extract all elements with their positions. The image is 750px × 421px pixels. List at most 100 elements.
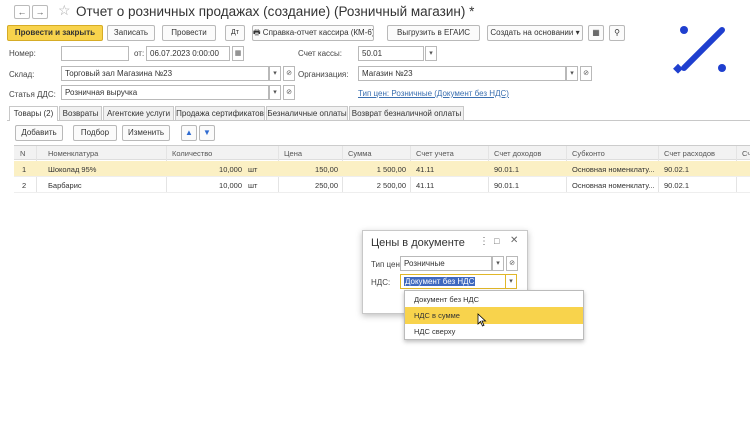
open-link-icon[interactable]: ⊘ — [580, 66, 592, 81]
close-icon[interactable]: ✕ — [510, 235, 518, 246]
post-button[interactable]: Провести — [162, 25, 216, 41]
maximize-icon[interactable]: □ — [494, 236, 499, 246]
row-subconto: Основная номенклату... — [572, 165, 655, 174]
calendar-icon[interactable]: ▦ — [232, 46, 244, 61]
structure-icon[interactable]: ▦ — [588, 25, 604, 41]
row-sum: 2 500,00 — [376, 181, 406, 190]
vat-label: НДС: — [371, 278, 391, 287]
create-based-on-button[interactable]: Создать на основании ▾ — [487, 25, 583, 41]
row-income: 90.01.1 — [494, 181, 520, 190]
cashier-report-button[interactable]: 🖶 Справка-отчет кассира (КМ-6) — [252, 25, 374, 41]
tab-certificates[interactable]: Продажа сертификатов — [175, 106, 265, 120]
table-row[interactable]: 1 Шоколад 95% 10,000 шт 150,00 1 500,00 … — [14, 161, 750, 177]
open-link-icon[interactable]: ⊘ — [506, 256, 518, 271]
dds-article-label: Статья ДДС: — [9, 90, 56, 99]
move-down-icon[interactable]: ▼ — [199, 125, 215, 141]
cash-account-field[interactable]: 50.01 — [358, 46, 424, 61]
chevron-down-icon[interactable]: ▾ — [566, 66, 578, 81]
row-account: 41.11 — [416, 181, 435, 190]
tab-cashless[interactable]: Безналичные оплаты — [266, 106, 348, 120]
vat-option[interactable]: Документ без НДС — [405, 291, 583, 308]
col-item: Номенклатура — [48, 149, 99, 158]
row-income: 90.01.1 — [494, 165, 520, 174]
row-price: 150,00 — [315, 165, 338, 174]
col-sum: Сумма — [348, 149, 372, 158]
row-sum: 1 500,00 — [376, 165, 406, 174]
organization-label: Организация: — [298, 70, 349, 79]
tab-goods[interactable]: Товары (2) — [9, 106, 58, 121]
row-unit: шт — [248, 181, 258, 190]
vat-field-value: Документ без НДС — [404, 277, 476, 286]
add-row-button[interactable]: Добавить — [15, 125, 63, 141]
window-title: Отчет о розничных продажах (создание) (Р… — [76, 4, 475, 19]
favorite-star-icon[interactable]: ☆ — [58, 2, 71, 19]
vat-dropdown: Документ без НДС НДС в сумме НДС сверху — [404, 290, 584, 340]
number-field[interactable] — [61, 46, 129, 61]
create-based-label: Создать на основании — [490, 28, 574, 37]
upload-egais-button[interactable]: Выгрузить в ЕГАИС — [387, 25, 480, 41]
chevron-down-icon[interactable]: ▾ — [269, 66, 281, 81]
col-subconto: Субконто — [572, 149, 605, 158]
col-expense: Счет расходов — [664, 149, 715, 158]
tab-agent-services[interactable]: Агентские услуги — [103, 106, 174, 120]
dialog-title: Цены в документе — [371, 237, 465, 249]
cash-account-label: Счет кассы: — [298, 49, 343, 58]
chevron-down-icon[interactable]: ▾ — [505, 274, 517, 289]
col-price: Цена — [284, 149, 303, 158]
row-account: 41.11 — [416, 165, 435, 174]
cashier-report-label: Справка-отчет кассира (КМ-6) — [262, 28, 374, 37]
forward-button[interactable]: → — [32, 5, 48, 19]
attach-icon[interactable]: ⚲ — [609, 25, 625, 41]
post-and-close-button[interactable]: Провести и закрыть — [7, 25, 103, 41]
col-qty: Количество — [172, 149, 213, 158]
open-link-icon[interactable]: ⊘ — [283, 66, 295, 81]
vat-option[interactable]: НДС в сумме — [405, 307, 583, 324]
number-label: Номер: — [9, 49, 36, 58]
open-link-icon[interactable]: ⊘ — [283, 85, 295, 100]
row-expense: 90.02.1 — [664, 165, 690, 174]
row-qty: 10,000 — [219, 165, 242, 174]
row-item: Шоколад 95% — [48, 165, 97, 174]
date-field[interactable]: 06.07.2023 0:00:00 — [146, 46, 230, 61]
row-number: 2 — [22, 181, 27, 190]
printer-icon: 🖶 — [253, 28, 261, 37]
back-button[interactable]: ← — [14, 5, 30, 19]
organization-field[interactable]: Магазин №23 — [358, 66, 566, 81]
col-n: N — [20, 149, 26, 158]
title-bar: ← → ☆ Отчет о розничных продажах (создан… — [0, 0, 750, 22]
row-expense: 90.02.1 — [664, 181, 690, 190]
col-more: Сч — [742, 149, 750, 158]
price-type-label: Тип цен: — [371, 260, 403, 269]
price-type-field[interactable]: Розничные — [400, 256, 492, 271]
col-income: Счет доходов — [494, 149, 542, 158]
tab-cashless-return[interactable]: Возврат безналичной оплаты — [349, 106, 464, 120]
dds-article-field[interactable]: Розничная выручка — [61, 85, 269, 100]
warehouse-label: Склад: — [9, 70, 35, 79]
move-up-icon[interactable]: ▲ — [181, 125, 197, 141]
row-number: 1 — [22, 165, 27, 174]
vat-field[interactable]: Документ без НДС — [400, 274, 506, 289]
chevron-down-icon[interactable]: ▾ — [425, 46, 437, 61]
date-label: от: — [134, 49, 145, 58]
table-row[interactable]: 2 Барбарис 10,000 шт 250,00 2 500,00 41.… — [14, 177, 750, 193]
col-account: Счет учета — [416, 149, 454, 158]
vat-option[interactable]: НДС сверху — [405, 323, 583, 340]
brand-logo-icon — [673, 26, 726, 74]
more-icon[interactable]: ⋮ — [479, 236, 489, 247]
save-button[interactable]: Записать — [107, 25, 155, 41]
chevron-down-icon[interactable]: ▾ — [269, 85, 281, 100]
select-button[interactable]: Подбор — [73, 125, 117, 141]
table-header: N Номенклатура Количество Цена Сумма Сче… — [14, 146, 750, 160]
mouse-cursor-icon — [477, 313, 487, 327]
dt-kt-icon[interactable]: Дт — [225, 25, 245, 41]
row-qty: 10,000 — [219, 181, 242, 190]
chevron-down-icon[interactable]: ▾ — [492, 256, 504, 271]
chevron-down-icon: ▾ — [575, 28, 580, 37]
tab-returns[interactable]: Возвраты — [59, 106, 102, 120]
tabs-divider — [7, 120, 750, 121]
warehouse-field[interactable]: Торговый зал Магазина №23 — [61, 66, 269, 81]
price-type-link[interactable]: Тип цен: Розничные (Документ без НДС) — [358, 89, 509, 98]
row-subconto: Основная номенклату... — [572, 181, 655, 190]
edit-button[interactable]: Изменить — [122, 125, 170, 141]
row-price: 250,00 — [315, 181, 338, 190]
